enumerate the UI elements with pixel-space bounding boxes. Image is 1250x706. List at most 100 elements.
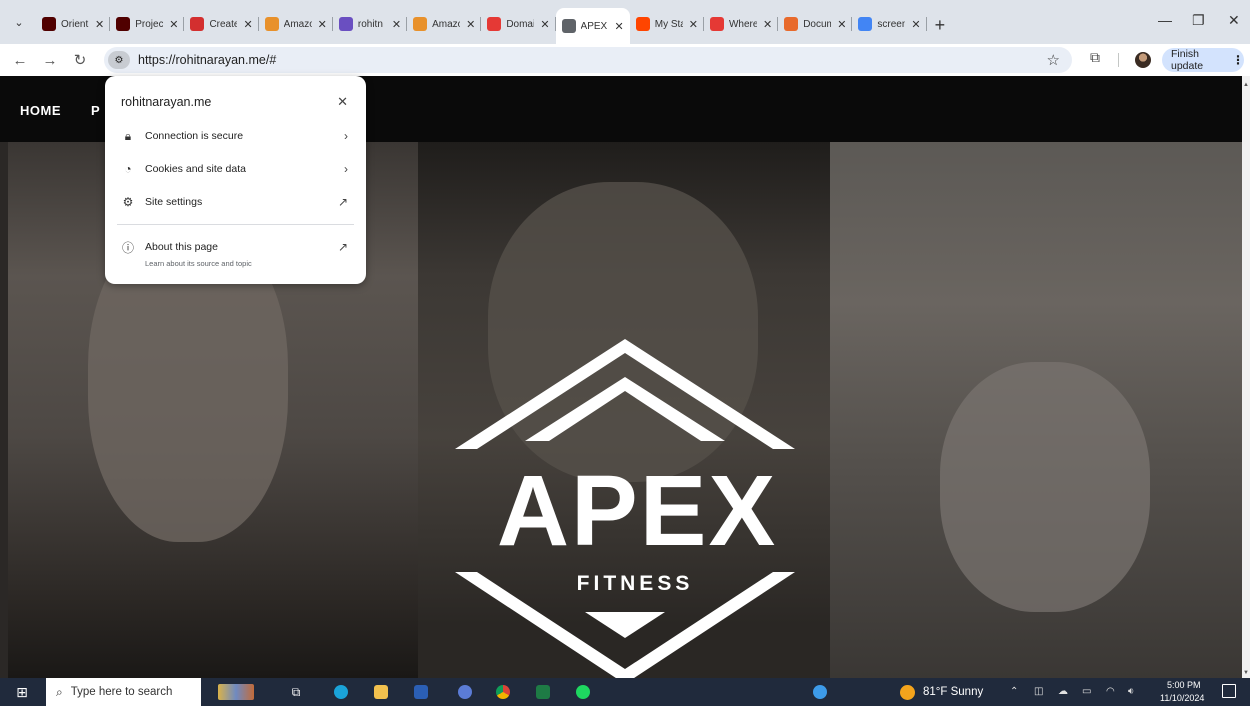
tab-close-icon[interactable]: ✕ (318, 18, 327, 31)
tab-label: rohitn (357, 18, 383, 30)
tray-app-icon[interactable]: ◫ (1034, 686, 1043, 697)
scroll-up-icon[interactable]: ▲ (1242, 82, 1250, 88)
tray-chevron-up-icon[interactable]: ⌃ (1010, 686, 1018, 697)
tab-close-icon[interactable]: ✕ (540, 18, 549, 31)
tab-close-icon[interactable]: ✕ (466, 18, 475, 31)
word-app-icon[interactable] (410, 678, 432, 706)
box-icon (413, 17, 428, 31)
chrome-browser-icon[interactable] (492, 678, 514, 706)
tab-7[interactable]: APEX ✕ (555, 8, 630, 44)
tray-wifi-icon[interactable]: ◠ (1106, 686, 1115, 697)
excel-app-icon[interactable] (532, 678, 554, 706)
external-link-icon: ↗ (337, 240, 348, 254)
tab-close-icon[interactable]: ✕ (169, 18, 178, 31)
bookmark-star-icon[interactable]: ☆ (1047, 51, 1060, 69)
popup-item-label: Connection is secure (145, 130, 244, 142)
popup-item-site-settings[interactable]: ⚙ Site settings ↗ (105, 190, 366, 214)
tray-volume-icon[interactable]: 🔉︎ (1128, 686, 1134, 697)
tab-close-icon[interactable]: ✕ (911, 18, 920, 31)
taskbar-search-box[interactable]: ⌕ Type here to search (46, 678, 201, 706)
tab-label: APEX (580, 20, 608, 32)
google-icon (858, 17, 873, 31)
reddit-icon (635, 17, 650, 31)
tray-battery-icon[interactable]: ▭ (1082, 686, 1091, 697)
tab-search-chevron-icon[interactable]: ⌄ (6, 9, 32, 35)
windows-start-icon[interactable]: ⊞ (10, 678, 34, 706)
atm-icon (116, 17, 131, 31)
tray-onedrive-icon[interactable]: ☁ (1058, 686, 1068, 697)
info-icon: ⓘ (121, 240, 134, 255)
weather-text[interactable]: 81°F Sunny (923, 686, 983, 698)
popup-item-connection[interactable]: 🔒︎ Connection is secure › (105, 124, 366, 148)
back-icon[interactable]: ← (8, 52, 32, 69)
hero-photo-right (830, 142, 1242, 678)
tab-close-icon[interactable]: ✕ (763, 18, 772, 31)
n-logo-icon (487, 17, 502, 31)
tab-1[interactable]: Project ✕ (110, 8, 185, 40)
tab-label: My Sta (654, 18, 683, 30)
forward-icon[interactable]: → (38, 52, 62, 69)
search-placeholder: Type here to search (70, 686, 173, 698)
close-window-icon[interactable]: ✕ (1228, 12, 1240, 29)
notification-icon[interactable] (1222, 684, 1236, 698)
restore-icon[interactable]: ❐ (1192, 12, 1205, 29)
tab-label: Create (209, 18, 238, 30)
tab-label: Project (135, 18, 164, 30)
tab-close-icon[interactable]: ✕ (615, 20, 624, 33)
profile-avatar[interactable] (1135, 52, 1151, 68)
browser-toolbar: ← → ↻ ⚙ https://rohitnarayan.me/# ☆ ⧉ Fi… (0, 44, 1250, 76)
page-scrollbar[interactable]: ▲ ▼ (1242, 76, 1250, 678)
help-icon[interactable] (810, 678, 830, 706)
address-bar[interactable]: ⚙ https://rohitnarayan.me/# ☆ (104, 47, 1072, 73)
popup-item-cookies[interactable]: ◔ Cookies and site data › (105, 157, 366, 181)
new-tab-button[interactable]: + (935, 15, 946, 36)
tab-3[interactable]: Amazo ✕ (259, 8, 333, 40)
logo-outer-chevron (455, 339, 795, 449)
tab-label: Orient (61, 18, 89, 30)
url-text[interactable]: https://rohitnarayan.me/# (138, 53, 276, 67)
settings-icon: ⚙ (122, 195, 134, 209)
nav-home-link[interactable]: HOME (20, 103, 61, 118)
tab-close-icon[interactable]: ✕ (837, 18, 846, 31)
popup-close-icon[interactable]: ✕ (337, 94, 348, 110)
widget-news-icon[interactable] (216, 678, 256, 706)
weather-sun-icon[interactable] (900, 685, 915, 700)
cookie-icon: ◔ (124, 162, 132, 176)
tab-6[interactable]: Domai ✕ (481, 8, 556, 40)
finish-update-button[interactable]: Finish update ⋮ (1162, 48, 1244, 72)
clock-date[interactable]: 11/10/2024 (1160, 693, 1204, 703)
box-icon (264, 17, 279, 31)
tab-close-icon[interactable]: ✕ (392, 18, 401, 31)
site-info-icon[interactable]: ⚙ (108, 51, 130, 69)
tab-0[interactable]: Orient ✕ (36, 8, 111, 40)
tab-8[interactable]: My Sta ✕ (630, 8, 704, 40)
tab-9[interactable]: Where ✕ (704, 8, 779, 40)
spotify-app-icon[interactable] (572, 678, 594, 706)
file-explorer-icon[interactable] (370, 678, 392, 706)
tab-11[interactable]: screen ✕ (852, 8, 927, 40)
app-icon-blue[interactable] (454, 678, 476, 706)
tab-4[interactable]: rohitn ✕ (333, 8, 408, 40)
popup-item-label: About this page (145, 241, 218, 253)
tab-close-icon[interactable]: ✕ (243, 18, 252, 31)
tab-close-icon[interactable]: ✕ (95, 18, 104, 31)
athlete-figure-right (940, 362, 1150, 612)
extensions-icon[interactable]: ⧉ (1090, 49, 1100, 66)
minimize-icon[interactable]: — (1158, 12, 1172, 28)
scroll-down-icon[interactable]: ▼ (1242, 670, 1250, 676)
popup-item-about[interactable]: ⓘ About this page ↗ (105, 235, 366, 259)
nav-partial-link[interactable]: P (91, 103, 100, 118)
tab-2[interactable]: Create ✕ (184, 8, 259, 40)
tab-close-icon[interactable]: ✕ (689, 18, 698, 31)
site-icon (338, 17, 353, 31)
edge-browser-icon[interactable] (330, 678, 352, 706)
tab-10[interactable]: Docum ✕ (778, 8, 853, 40)
windows-taskbar: ⊞ ⌕ Type here to search ⧉ 81°F Sunny ⌃ ◫… (0, 678, 1250, 706)
clock-time[interactable]: 5:00 PM (1167, 680, 1201, 690)
task-view-icon[interactable]: ⧉ (286, 678, 306, 706)
tab-label: Docum (803, 18, 832, 30)
reload-icon[interactable]: ↻ (68, 51, 92, 69)
tab-5[interactable]: Amazo ✕ (407, 8, 482, 40)
chevron-right-icon: › (344, 129, 348, 143)
site-info-popup: rohitnarayan.me ✕ 🔒︎ Connection is secur… (105, 76, 366, 284)
